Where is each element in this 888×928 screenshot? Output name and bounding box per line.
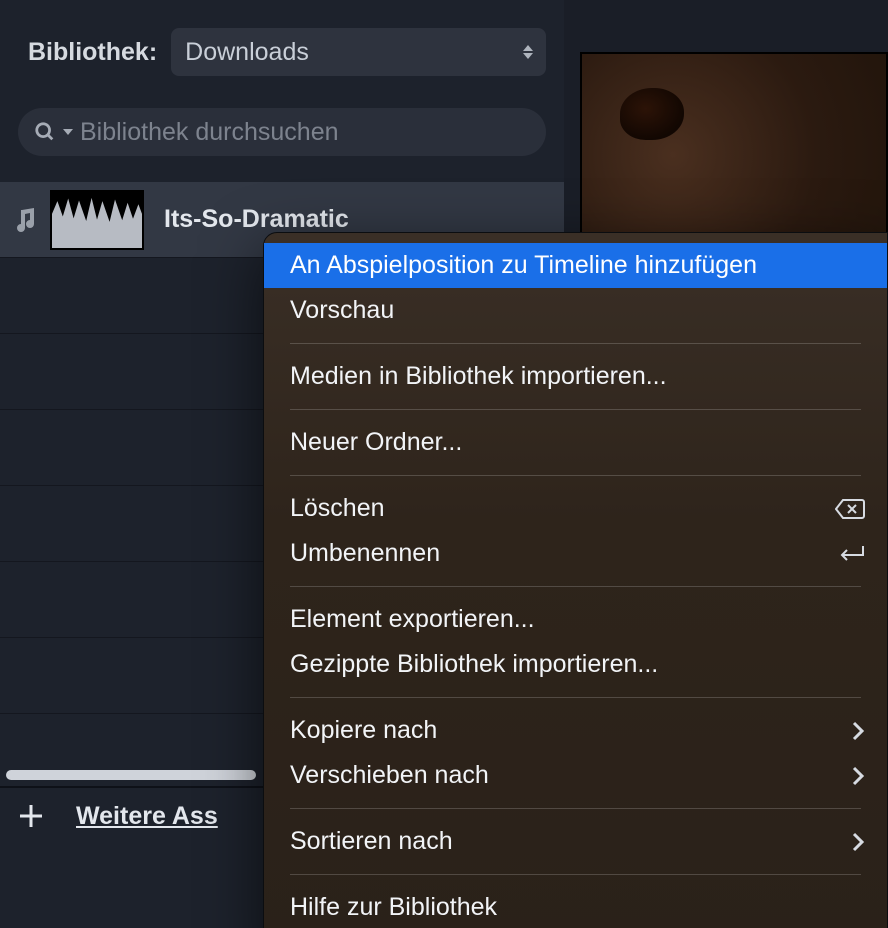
menu-preview[interactable]: Vorschau: [264, 288, 887, 333]
library-select[interactable]: Downloads: [171, 28, 546, 76]
menu-move-to[interactable]: Verschieben nach: [264, 753, 887, 798]
menu-export-element[interactable]: Element exportieren...: [264, 597, 887, 642]
menu-add-to-timeline[interactable]: An Abspielposition zu Timeline hinzufüge…: [264, 243, 887, 288]
chevron-right-icon: [851, 831, 865, 853]
chevron-right-icon: [851, 765, 865, 787]
menu-import-media[interactable]: Medien in Bibliothek importieren...: [264, 354, 887, 399]
search-input[interactable]: [80, 118, 530, 147]
chevron-down-icon: [62, 126, 74, 138]
list-item-title: Its-So-Dramatic: [164, 205, 349, 234]
library-label: Bibliothek:: [28, 38, 157, 67]
menu-separator: [290, 586, 861, 587]
menu-delete[interactable]: Löschen: [264, 486, 887, 531]
menu-import-zipped[interactable]: Gezippte Bibliothek importieren...: [264, 642, 887, 687]
music-note-icon: [0, 206, 50, 234]
library-selector-row: Bibliothek: Downloads: [0, 0, 564, 98]
backspace-icon: [835, 498, 865, 520]
horizontal-scrollbar[interactable]: [6, 770, 256, 780]
menu-separator: [290, 409, 861, 410]
menu-separator: [290, 343, 861, 344]
more-assets-link[interactable]: Weitere Ass: [76, 802, 218, 831]
menu-rename[interactable]: Umbenennen: [264, 531, 887, 576]
menu-separator: [290, 808, 861, 809]
menu-separator: [290, 697, 861, 698]
menu-copy-to[interactable]: Kopiere nach: [264, 708, 887, 753]
waveform-thumbnail: [50, 190, 144, 250]
menu-separator: [290, 475, 861, 476]
library-context-menu: An Abspielposition zu Timeline hinzufüge…: [263, 232, 888, 928]
updown-icon: [522, 44, 534, 60]
add-button[interactable]: [14, 799, 48, 833]
chevron-right-icon: [851, 720, 865, 742]
menu-sort-by[interactable]: Sortieren nach: [264, 819, 887, 864]
search-icon: [34, 121, 56, 143]
menu-separator: [290, 874, 861, 875]
menu-new-folder[interactable]: Neuer Ordner...: [264, 420, 887, 465]
return-icon: [837, 544, 865, 564]
library-search[interactable]: [18, 108, 546, 156]
menu-library-help[interactable]: Hilfe zur Bibliothek: [264, 885, 887, 928]
library-select-value: Downloads: [185, 38, 309, 67]
